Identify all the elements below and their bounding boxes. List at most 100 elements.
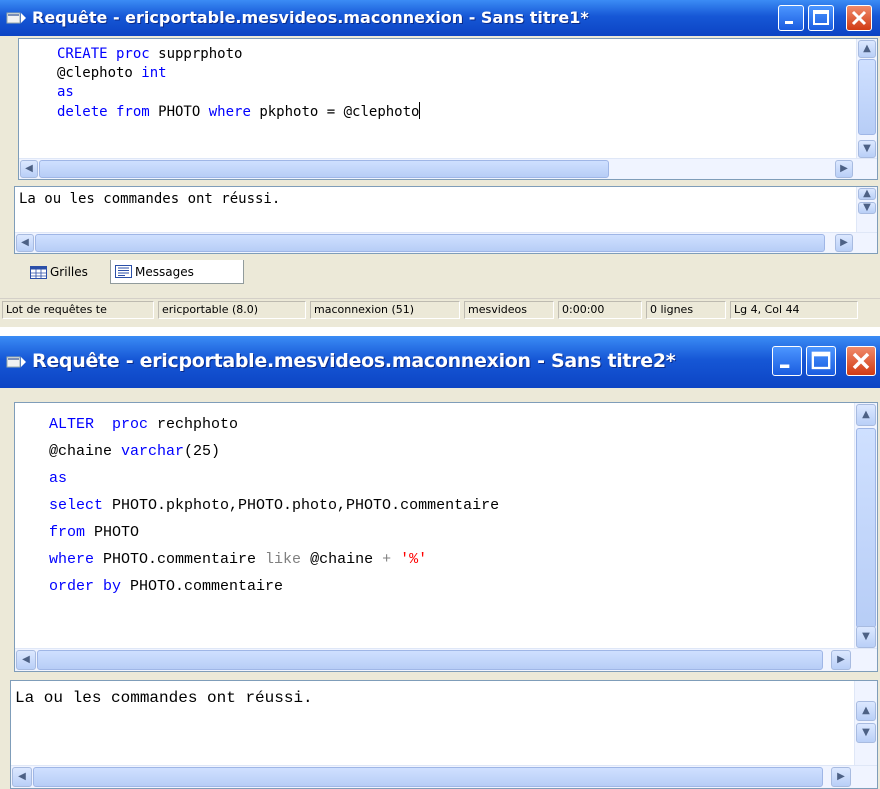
scroll-left-icon: ◀ bbox=[25, 163, 33, 174]
sql-code: ALTER proc rechphoto @chaine varchar(25)… bbox=[49, 411, 499, 600]
scroll-left-button[interactable]: ◀ bbox=[12, 767, 32, 787]
scroll-left-button[interactable]: ◀ bbox=[20, 160, 38, 178]
horizontal-scrollbar[interactable]: ◀ ▶ bbox=[15, 648, 877, 671]
maximize-icon bbox=[813, 10, 829, 25]
status-rows: 0 lignes bbox=[646, 301, 726, 319]
code-line: @chaine varchar(25) bbox=[49, 443, 221, 460]
query-window-1: Requête - ericportable.mesvideos.maconne… bbox=[0, 0, 880, 327]
code-line: where PHOTO.commentaire like @chaine + '… bbox=[49, 551, 428, 568]
code-operator: + bbox=[382, 551, 392, 568]
messages-icon bbox=[115, 265, 132, 278]
scroll-left-button[interactable]: ◀ bbox=[16, 650, 36, 670]
code-line: delete from PHOTO where pkphoto = @cleph… bbox=[57, 102, 421, 120]
code-line: as bbox=[57, 84, 74, 100]
scroll-right-button[interactable]: ▶ bbox=[835, 234, 853, 252]
status-position: Lg 4, Col 44 bbox=[730, 301, 858, 319]
scroll-right-icon: ▶ bbox=[840, 163, 848, 174]
scroll-up-button[interactable]: ▲ bbox=[856, 701, 876, 721]
code-keyword: where bbox=[49, 551, 95, 568]
scroll-left-button[interactable]: ◀ bbox=[16, 234, 34, 252]
vertical-scrollbar[interactable]: ▲ ▼ bbox=[856, 39, 877, 159]
sql-code: CREATE proc supprphoto @clephoto int as … bbox=[57, 45, 421, 122]
grid-icon bbox=[30, 265, 47, 279]
code-keyword: select bbox=[49, 497, 104, 514]
scroll-thumb[interactable] bbox=[35, 234, 825, 252]
code-keyword: int bbox=[141, 65, 167, 81]
scroll-right-icon: ▶ bbox=[840, 237, 848, 248]
scroll-up-button[interactable]: ▲ bbox=[856, 404, 876, 426]
window-title: Requête - ericportable.mesvideos.maconne… bbox=[32, 8, 589, 27]
tab-messages[interactable]: Messages bbox=[110, 260, 244, 284]
scroll-thumb[interactable] bbox=[858, 59, 876, 135]
scroll-left-icon: ◀ bbox=[22, 654, 30, 665]
scroll-down-icon: ▼ bbox=[863, 202, 871, 213]
maximize-button[interactable] bbox=[806, 346, 836, 376]
code-line: ALTER proc rechphoto bbox=[49, 416, 239, 433]
status-server: ericportable (8.0) bbox=[158, 301, 306, 319]
minimize-button[interactable] bbox=[778, 5, 804, 31]
scroll-down-button[interactable]: ▼ bbox=[856, 626, 876, 648]
scroll-down-icon: ▼ bbox=[862, 727, 870, 738]
scroll-up-icon: ▲ bbox=[863, 188, 871, 199]
scroll-down-button[interactable]: ▼ bbox=[858, 140, 876, 158]
result-tabs: Grilles Messages bbox=[0, 260, 880, 286]
code-keyword: from bbox=[49, 524, 86, 541]
code-keyword: CREATE proc bbox=[57, 46, 150, 62]
text-caret bbox=[419, 102, 421, 119]
query-window-2: Requête - ericportable.mesvideos.maconne… bbox=[0, 336, 880, 789]
scroll-left-icon: ◀ bbox=[21, 237, 29, 248]
scroll-down-icon: ▼ bbox=[862, 631, 870, 642]
code-line: from PHOTO bbox=[49, 524, 140, 541]
sql-editor[interactable]: CREATE proc supprphoto @clephoto int as … bbox=[18, 38, 878, 180]
scroll-up-button[interactable]: ▲ bbox=[858, 40, 876, 58]
tab-grids[interactable]: Grilles bbox=[26, 260, 106, 284]
maximize-button[interactable] bbox=[808, 5, 834, 31]
messages-pane[interactable]: La ou les commandes ont réussi. ▲ ▼ ◀ ▶ bbox=[14, 186, 878, 254]
code-keyword: where bbox=[208, 104, 251, 120]
scroll-right-icon: ▶ bbox=[837, 771, 845, 782]
scroll-right-button[interactable]: ▶ bbox=[831, 650, 851, 670]
code-operator: like bbox=[265, 551, 302, 568]
scroll-right-icon: ▶ bbox=[837, 654, 845, 665]
code-string: '%' bbox=[400, 551, 428, 568]
horizontal-scrollbar[interactable]: ◀ ▶ bbox=[11, 765, 877, 788]
messages-pane[interactable]: La ou les commandes ont réussi. ▲ ▼ ◀ ▶ bbox=[10, 680, 878, 789]
code-line: order by PHOTO.commentaire bbox=[49, 578, 284, 595]
vertical-scrollbar[interactable]: ▲ ▼ bbox=[854, 403, 877, 649]
vertical-scrollbar[interactable]: ▲ ▼ bbox=[856, 187, 877, 233]
scroll-thumb[interactable] bbox=[37, 650, 823, 670]
scroll-right-button[interactable]: ▶ bbox=[831, 767, 851, 787]
scroll-down-button[interactable]: ▼ bbox=[856, 723, 876, 743]
sql-editor[interactable]: ALTER proc rechphoto @chaine varchar(25)… bbox=[14, 402, 878, 672]
window-title: Requête - ericportable.mesvideos.maconne… bbox=[32, 350, 676, 372]
vertical-scrollbar[interactable]: ▲ ▼ bbox=[854, 681, 877, 766]
title-bar[interactable]: Requête - ericportable.mesvideos.maconne… bbox=[0, 0, 880, 36]
minimize-icon bbox=[785, 21, 793, 24]
scroll-right-button[interactable]: ▶ bbox=[835, 160, 853, 178]
close-icon bbox=[851, 10, 867, 26]
scroll-down-icon: ▼ bbox=[863, 143, 871, 154]
scroll-thumb[interactable] bbox=[33, 767, 823, 787]
maximize-icon bbox=[811, 351, 831, 370]
code-keyword: varchar bbox=[121, 443, 185, 460]
horizontal-scrollbar[interactable]: ◀ ▶ bbox=[19, 158, 877, 179]
status-bar: Lot de requêtes te ericportable (8.0) ma… bbox=[0, 298, 880, 321]
code-line: CREATE proc supprphoto bbox=[57, 46, 243, 62]
tab-grids-label: Grilles bbox=[50, 265, 88, 279]
scroll-down-button[interactable]: ▼ bbox=[858, 202, 876, 214]
scroll-thumb[interactable] bbox=[39, 160, 609, 178]
horizontal-scrollbar[interactable]: ◀ ▶ bbox=[15, 232, 877, 253]
code-line: select PHOTO.pkphoto,PHOTO.photo,PHOTO.c… bbox=[49, 497, 500, 514]
result-message: La ou les commandes ont réussi. bbox=[15, 689, 313, 707]
scroll-up-icon: ▲ bbox=[862, 705, 870, 716]
scroll-up-button[interactable]: ▲ bbox=[858, 188, 876, 200]
status-database: mesvideos bbox=[464, 301, 554, 319]
code-line: as bbox=[49, 470, 68, 487]
close-button[interactable] bbox=[846, 5, 872, 31]
scroll-thumb[interactable] bbox=[856, 428, 876, 628]
title-bar[interactable]: Requête - ericportable.mesvideos.maconne… bbox=[0, 336, 880, 388]
scroll-up-icon: ▲ bbox=[862, 409, 870, 420]
status-connection: maconnexion (51) bbox=[310, 301, 460, 319]
close-button[interactable] bbox=[846, 346, 876, 376]
minimize-button[interactable] bbox=[772, 346, 802, 376]
